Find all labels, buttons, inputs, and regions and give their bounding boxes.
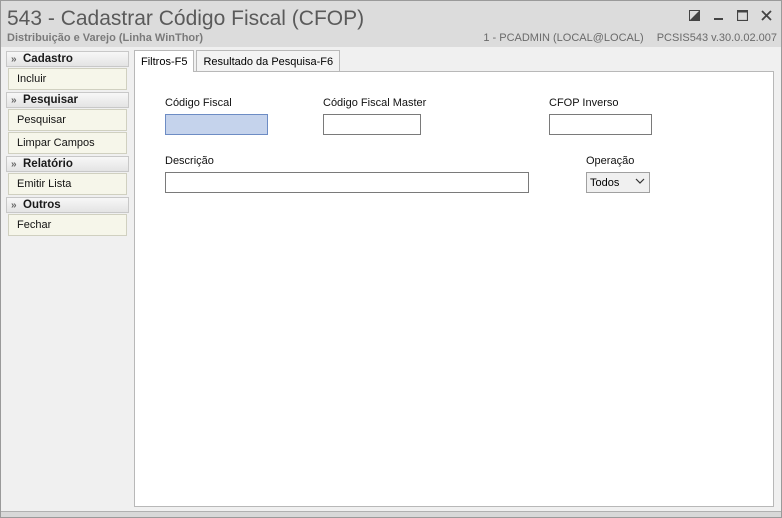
fechar-button[interactable]: Fechar	[8, 214, 127, 236]
tab-filtros[interactable]: Filtros-F5	[134, 50, 195, 72]
sidebar-group-cadastro: » Cadastro Incluir	[6, 51, 129, 90]
filters-panel: Código Fiscal Código Fiscal Master CFOP …	[134, 71, 774, 507]
maximize-icon[interactable]	[733, 6, 751, 24]
descricao-input[interactable]	[165, 172, 529, 193]
pesquisar-button[interactable]: Pesquisar	[8, 109, 127, 131]
version-info: PCSIS543 v.30.0.02.007	[656, 32, 777, 44]
chevron-double-down-icon: »	[11, 199, 17, 211]
title-bar: 543 - Cadastrar Código Fiscal (CFOP) Dis…	[1, 1, 781, 47]
tab-resultado-pesquisa[interactable]: Resultado da Pesquisa-F6	[196, 50, 341, 72]
app-window: 543 - Cadastrar Código Fiscal (CFOP) Dis…	[0, 0, 782, 518]
sidebar-group-header[interactable]: » Outros	[6, 197, 129, 213]
incluir-button[interactable]: Incluir	[8, 68, 127, 90]
cfop-inverso-input[interactable]	[549, 114, 652, 135]
group-label: Cadastro	[23, 53, 73, 65]
emitir-lista-button[interactable]: Emitir Lista	[8, 173, 127, 195]
minimize-icon[interactable]	[709, 6, 727, 24]
chevron-down-icon	[635, 175, 645, 190]
sidebar-group-pesquisar: » Pesquisar Pesquisar Limpar Campos	[6, 92, 129, 154]
sidebar-group-relatorio: » Relatório Emitir Lista	[6, 156, 129, 195]
window-subtitle: Distribuição e Varejo (Linha WinThor)	[7, 32, 204, 44]
tab-bar: Filtros-F5 Resultado da Pesquisa-F6	[134, 50, 342, 72]
session-info: 1 - PCADMIN (LOCAL@LOCAL) PCSIS543 v.30.…	[473, 32, 777, 44]
group-label: Pesquisar	[23, 94, 78, 106]
user-info: 1 - PCADMIN (LOCAL@LOCAL)	[483, 32, 644, 44]
sidebar: » Cadastro Incluir » Pesquisar Pesquisar…	[6, 51, 129, 238]
limpar-campos-button[interactable]: Limpar Campos	[8, 132, 127, 154]
restore-icon[interactable]	[685, 6, 703, 24]
sidebar-group-header[interactable]: » Relatório	[6, 156, 129, 172]
chevron-double-down-icon: »	[11, 53, 17, 65]
operacao-select[interactable]: Todos	[586, 172, 650, 193]
descricao-label: Descrição	[165, 155, 214, 167]
close-icon[interactable]	[757, 6, 775, 24]
cfop-inverso-label: CFOP Inverso	[549, 97, 619, 109]
codigo-fiscal-input[interactable]	[165, 114, 268, 135]
codigo-fiscal-master-input[interactable]	[323, 114, 421, 135]
sidebar-group-outros: » Outros Fechar	[6, 197, 129, 236]
sidebar-group-header[interactable]: » Pesquisar	[6, 92, 129, 108]
codigo-fiscal-label: Código Fiscal	[165, 97, 232, 109]
codigo-fiscal-master-label: Código Fiscal Master	[323, 97, 427, 109]
chevron-double-down-icon: »	[11, 94, 17, 106]
group-label: Relatório	[23, 158, 73, 170]
operacao-label: Operação	[586, 155, 635, 167]
window-controls	[685, 6, 775, 24]
chevron-double-down-icon: »	[11, 158, 17, 170]
status-bar	[1, 511, 781, 517]
sidebar-group-header[interactable]: » Cadastro	[6, 51, 129, 67]
window-title: 543 - Cadastrar Código Fiscal (CFOP)	[7, 7, 365, 30]
operacao-selected-value: Todos	[590, 176, 620, 189]
group-label: Outros	[23, 199, 61, 211]
